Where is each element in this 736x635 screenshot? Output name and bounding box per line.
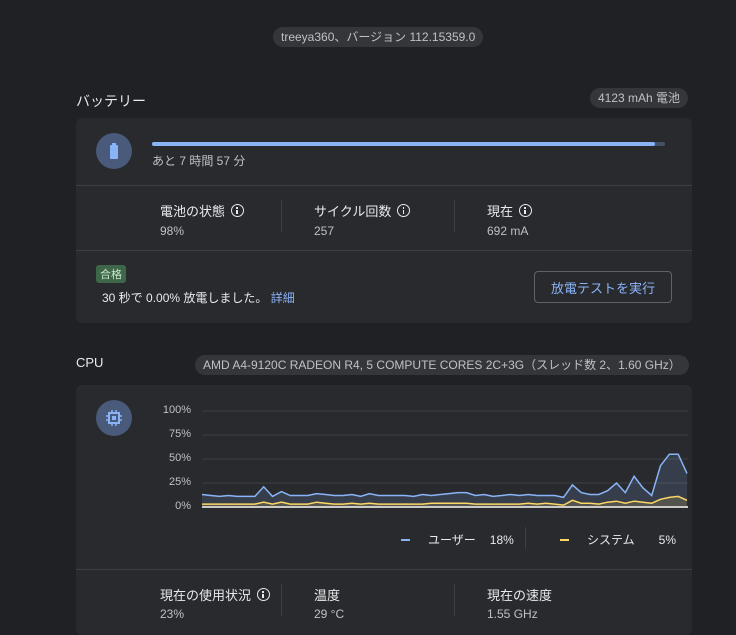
info-icon[interactable] [519, 204, 533, 217]
current-usage-label: 現在の使用状況 [160, 585, 271, 604]
y-tick-label: 25% [168, 476, 191, 488]
y-tick-label: 100% [162, 404, 191, 416]
cpu-model-pill: AMD A4-9120C RADEON R4, 5 COMPUTE CORES … [195, 355, 689, 375]
info-icon[interactable] [397, 204, 411, 217]
divider [76, 569, 692, 570]
temperature-value: 29 °C [314, 607, 345, 621]
cpu-icon-circle [96, 400, 132, 436]
series-area-user [202, 454, 687, 507]
legend-swatch-user [401, 538, 410, 541]
current-label: 現在 [487, 201, 533, 220]
scrollbar-track[interactable] [722, 0, 736, 622]
battery-icon [110, 143, 118, 159]
current-usage-label-text: 現在の使用状況 [160, 588, 252, 603]
y-tick-label: 0% [175, 500, 191, 512]
temperature-label: 温度 [314, 585, 340, 604]
run-discharge-test-button[interactable]: 放電テストを実行 [534, 271, 672, 303]
cpu-chip-icon [106, 410, 122, 426]
legend-swatch-system [560, 538, 569, 541]
battery-charge-fill [152, 142, 655, 146]
cpu-card: 100% 75% 50% 25% 0% ユーザー 18% システム 5% 現在の… [76, 385, 692, 635]
battery-icon-circle [96, 133, 132, 169]
cycle-count-label-text: サイクル回数 [314, 204, 392, 219]
discharge-result-message: 30 秒で 0.00% 放電しました。 [102, 291, 268, 305]
battery-health-label: 電池の状態 [160, 201, 245, 220]
cycle-count-label: サイクル回数 [314, 201, 411, 220]
current-usage-value: 23% [160, 607, 185, 621]
current-speed-label-text: 現在の速度 [487, 588, 553, 603]
legend-value-user: 18% [489, 532, 514, 547]
discharge-result-text: 30 秒で 0.00% 放電しました。 詳細 [102, 289, 295, 306]
battery-health-label-text: 電池の状態 [160, 204, 226, 219]
details-link[interactable]: 詳細 [271, 291, 295, 305]
info-icon[interactable] [257, 588, 271, 601]
legend-item-system: システム 5% [560, 531, 676, 548]
divider [76, 185, 692, 186]
divider [281, 584, 282, 616]
divider [76, 250, 692, 251]
version-pill: treeya360、バージョン 112.15359.0 [273, 27, 484, 47]
cycle-count-value: 257 [314, 224, 335, 238]
divider [454, 584, 455, 616]
battery-capacity-pill: 4123 mAh 電池 [590, 88, 689, 108]
current-value: 692 mA [487, 224, 529, 238]
legend-item-user: ユーザー 18% [401, 531, 514, 548]
temperature-label-text: 温度 [314, 588, 341, 603]
cpu-section-title: CPU [76, 355, 104, 370]
legend-label-system: システム [587, 533, 635, 547]
battery-charge-bar [152, 142, 665, 146]
info-icon[interactable] [231, 204, 245, 217]
legend-label-user: ユーザー [428, 533, 476, 547]
current-label-text: 現在 [487, 204, 514, 219]
y-tick-label: 75% [168, 428, 191, 440]
current-speed-value: 1.55 GHz [487, 607, 538, 621]
test-status-badge: 合格 [96, 265, 126, 283]
battery-card: あと 7 時間 57 分 電池の状態 98% サイクル回数 257 現在 692… [76, 118, 692, 323]
battery-health-value: 98% [160, 224, 185, 238]
y-tick-label: 50% [168, 452, 191, 464]
divider [281, 200, 282, 232]
current-speed-label: 現在の速度 [487, 585, 552, 604]
battery-time-remaining: あと 7 時間 57 分 [152, 154, 246, 168]
divider [454, 200, 455, 232]
divider [525, 527, 526, 549]
battery-section-title: バッテリー [76, 93, 146, 109]
legend-value-system: 5% [658, 532, 676, 547]
cpu-usage-chart [202, 410, 688, 508]
